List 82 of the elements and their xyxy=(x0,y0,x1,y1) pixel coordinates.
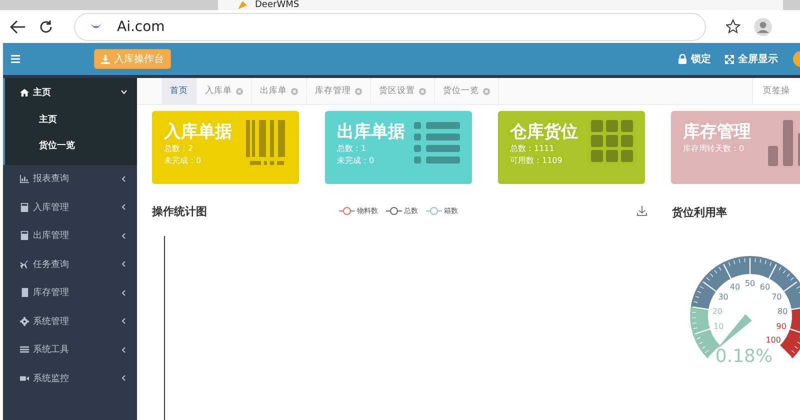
chevron-left-icon xyxy=(121,375,127,382)
card-stat: 未完成：0 xyxy=(164,155,202,167)
card-title: 入库单据 xyxy=(164,121,232,143)
card-stat: 总数：1 xyxy=(337,143,368,155)
grid-icon xyxy=(591,120,635,164)
gauge-scale-label: 50 xyxy=(744,279,756,288)
card-stat: 总数：1111 xyxy=(510,143,556,155)
gauge-scale-label: 70 xyxy=(772,292,782,302)
sidebar-item[interactable]: 主页 xyxy=(5,78,137,106)
sidebar-subitem[interactable]: 货位一览 xyxy=(5,132,137,158)
home-icon xyxy=(20,88,29,97)
user-avatar-icon[interactable] xyxy=(792,50,800,68)
gauge-scale-label: 90 xyxy=(776,322,786,332)
address-bar[interactable]: Ai.com xyxy=(74,12,706,40)
close-icon[interactable] xyxy=(419,88,426,94)
bar-chart-icon xyxy=(768,120,800,166)
chevron-left-icon xyxy=(121,318,127,324)
chevron-left-icon xyxy=(121,346,127,353)
sidebar-item[interactable]: 出库管理 xyxy=(5,222,137,250)
card-stat: 库存周转天数：0 xyxy=(683,143,746,155)
download-icon[interactable] xyxy=(637,206,647,216)
bar-chart-icon xyxy=(20,174,29,184)
gauge-scale-label: 40 xyxy=(730,282,740,292)
sidebar-item[interactable]: 任务查询 xyxy=(5,250,137,278)
sidebar-item[interactable]: 库存管理 xyxy=(5,278,137,307)
card-title: 仓库货位 xyxy=(510,121,578,143)
card-stat: 可用数：1109 xyxy=(510,155,564,167)
plane-icon xyxy=(20,260,29,269)
page-tab[interactable]: 出库单 xyxy=(252,78,307,104)
download-icon xyxy=(101,54,110,64)
calculator-icon xyxy=(20,202,29,212)
sidebar-item[interactable]: 报表查询 xyxy=(5,164,137,193)
gauge-scale-label: 10 xyxy=(714,322,724,332)
lock-icon xyxy=(678,54,687,64)
chevron-left-icon xyxy=(121,261,127,268)
favorites-icon[interactable] xyxy=(726,18,742,34)
menu-icon[interactable] xyxy=(11,55,20,63)
sidebar-item[interactable]: 系统管理 xyxy=(5,307,137,336)
page-tab[interactable]: 入库单 xyxy=(197,78,252,104)
list-icon xyxy=(414,120,462,166)
close-icon[interactable] xyxy=(291,88,298,94)
menu-icon xyxy=(20,345,29,354)
gear-icon xyxy=(20,316,29,326)
video-camera-icon xyxy=(20,374,29,383)
gauge-scale-label: 30 xyxy=(718,292,728,302)
gauge-scale-label: 100 xyxy=(766,335,781,344)
page-tab[interactable]: 库存管理 xyxy=(307,78,371,104)
gauge-scale-label: 20 xyxy=(712,306,722,316)
calculator-icon xyxy=(20,231,29,240)
fullscreen-link[interactable]: 全屏显示 xyxy=(725,52,778,66)
sidebar-subitem[interactable]: 主页 xyxy=(5,106,137,132)
browser-tab-title[interactable]: DeerWMS xyxy=(255,0,300,10)
chevron-left-icon xyxy=(121,290,127,296)
chevron-left-icon xyxy=(121,204,127,210)
page-tab[interactable]: 首页 xyxy=(162,78,197,104)
chevron-down-icon xyxy=(121,89,127,96)
profile-avatar-icon[interactable] xyxy=(754,18,772,36)
page-tab[interactable]: 货区设置 xyxy=(371,78,435,104)
lock-link[interactable]: 锁定 xyxy=(678,52,711,66)
reload-icon[interactable] xyxy=(38,18,54,34)
gauge-scale-label: 60 xyxy=(760,282,770,292)
card-stat: 未完成：0 xyxy=(337,155,376,167)
tab-actions-menu[interactable]: 页签操 xyxy=(752,78,800,104)
sidebar-item[interactable]: 系统工具 xyxy=(5,336,137,364)
gauge-scale-label: 80 xyxy=(778,306,788,316)
close-icon[interactable] xyxy=(483,88,490,94)
card-title: 库存管理 xyxy=(683,121,751,143)
sidebar-item[interactable]: 系统监控 xyxy=(5,364,137,392)
card-stat: 总数：2 xyxy=(164,143,194,155)
chevron-left-icon xyxy=(121,176,127,182)
sidebar-item[interactable]: 入库管理 xyxy=(5,193,137,222)
expand-icon xyxy=(725,54,734,64)
page-tab[interactable]: 货位一览 xyxy=(435,78,499,104)
book-icon xyxy=(20,288,29,298)
chart-title: 货位利用率 xyxy=(672,204,727,220)
gauge-reading: 0.18% xyxy=(715,346,773,367)
chart-title: 操作统计图 xyxy=(152,204,207,219)
chevron-left-icon xyxy=(121,232,127,239)
back-icon[interactable] xyxy=(10,20,26,34)
card-title: 出库单据 xyxy=(337,121,405,143)
close-icon[interactable] xyxy=(355,88,362,94)
close-icon[interactable] xyxy=(236,88,243,94)
